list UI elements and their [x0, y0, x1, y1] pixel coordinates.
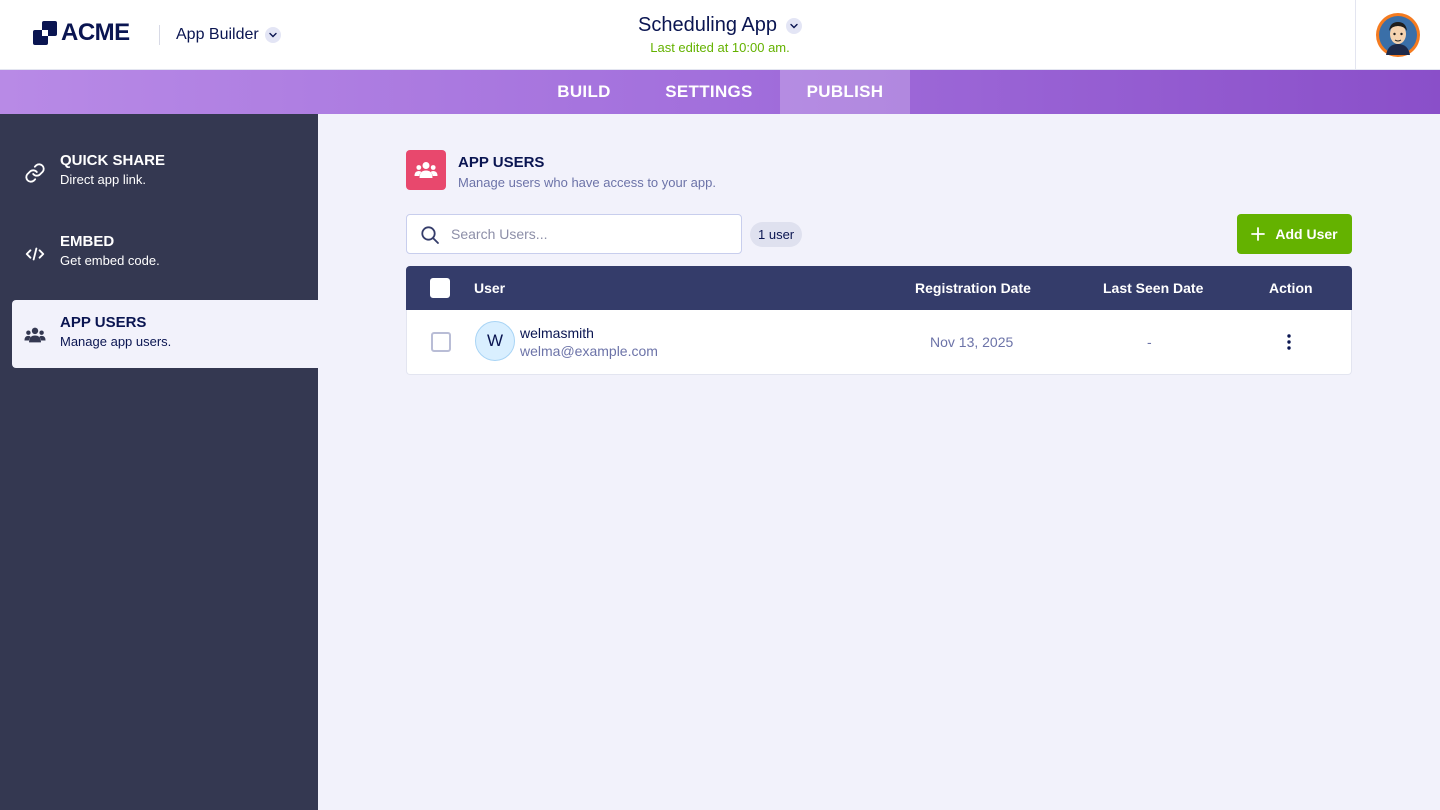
link-icon	[24, 162, 46, 184]
user-name: welmasmith	[520, 325, 594, 341]
column-header-last-seen-date: Last Seen Date	[1103, 280, 1204, 296]
search-users-box	[406, 214, 742, 254]
tab-build[interactable]: BUILD	[540, 70, 628, 114]
column-header-registration-date: Registration Date	[915, 280, 1031, 296]
top-header: ACME App Builder Scheduling App Last edi…	[0, 0, 1440, 70]
header-separator	[1355, 0, 1356, 70]
avatar-face-icon	[1379, 16, 1417, 55]
users-table: User Registration Date Last Seen Date Ac…	[406, 266, 1352, 375]
search-users-input[interactable]	[451, 215, 731, 253]
tab-settings[interactable]: SETTINGS	[648, 70, 770, 114]
avatar: W	[475, 321, 515, 361]
sidebar-item-quick-share[interactable]: QUICK SHARE Direct app link.	[12, 138, 318, 206]
app-users-section-icon	[406, 150, 446, 190]
table-row: W welmasmith welma@example.com Nov 13, 2…	[406, 310, 1352, 375]
sidebar-item-title: QUICK SHARE	[60, 152, 166, 169]
sidebar-item-title: EMBED	[60, 233, 115, 250]
tab-publish[interactable]: PUBLISH	[780, 70, 910, 114]
table-header: User Registration Date Last Seen Date Ac…	[406, 266, 1352, 310]
registration-date: Nov 13, 2025	[930, 334, 1014, 350]
select-all-checkbox[interactable]	[430, 278, 450, 298]
app-title-block: Scheduling App Last edited at 10:00 am.	[0, 14, 1440, 55]
section-subtitle: Manage users who have access to your app…	[458, 175, 716, 190]
search-icon	[420, 225, 440, 250]
user-avatar[interactable]	[1376, 13, 1420, 57]
last-seen-date: -	[1147, 334, 1152, 350]
user-email: welma@example.com	[520, 343, 658, 359]
sidebar-item-embed[interactable]: EMBED Get embed code.	[12, 219, 318, 287]
publish-sidebar: QUICK SHARE Direct app link. EMBED Get e…	[0, 114, 318, 810]
sidebar-item-title: APP USERS	[60, 314, 147, 331]
more-vertical-icon	[1287, 334, 1291, 350]
sidebar-item-subtitle: Manage app users.	[60, 334, 172, 349]
main-nav: BUILD SETTINGS PUBLISH	[0, 70, 1440, 114]
sidebar-item-subtitle: Get embed code.	[60, 253, 160, 268]
app-title-dropdown[interactable]: Scheduling App	[638, 14, 802, 37]
chevron-down-icon	[786, 17, 802, 34]
sidebar-item-subtitle: Direct app link.	[60, 172, 146, 187]
section-title: APP USERS	[458, 154, 545, 171]
column-header-action: Action	[1269, 280, 1313, 296]
users-icon	[414, 162, 438, 178]
app-title: Scheduling App	[637, 14, 777, 36]
last-edited-status: Last edited at 10:00 am.	[650, 40, 790, 55]
users-icon	[24, 324, 46, 346]
add-user-button[interactable]: Add User	[1237, 214, 1352, 254]
more-actions-button[interactable]	[1283, 331, 1295, 353]
row-select-checkbox[interactable]	[431, 332, 451, 352]
user-count-badge: 1 user	[750, 222, 803, 247]
add-user-label: Add User	[1275, 226, 1338, 242]
plus-icon	[1251, 227, 1266, 241]
sidebar-item-app-users[interactable]: APP USERS Manage app users.	[12, 300, 318, 368]
column-header-user: User	[474, 280, 506, 296]
code-icon	[24, 243, 46, 265]
